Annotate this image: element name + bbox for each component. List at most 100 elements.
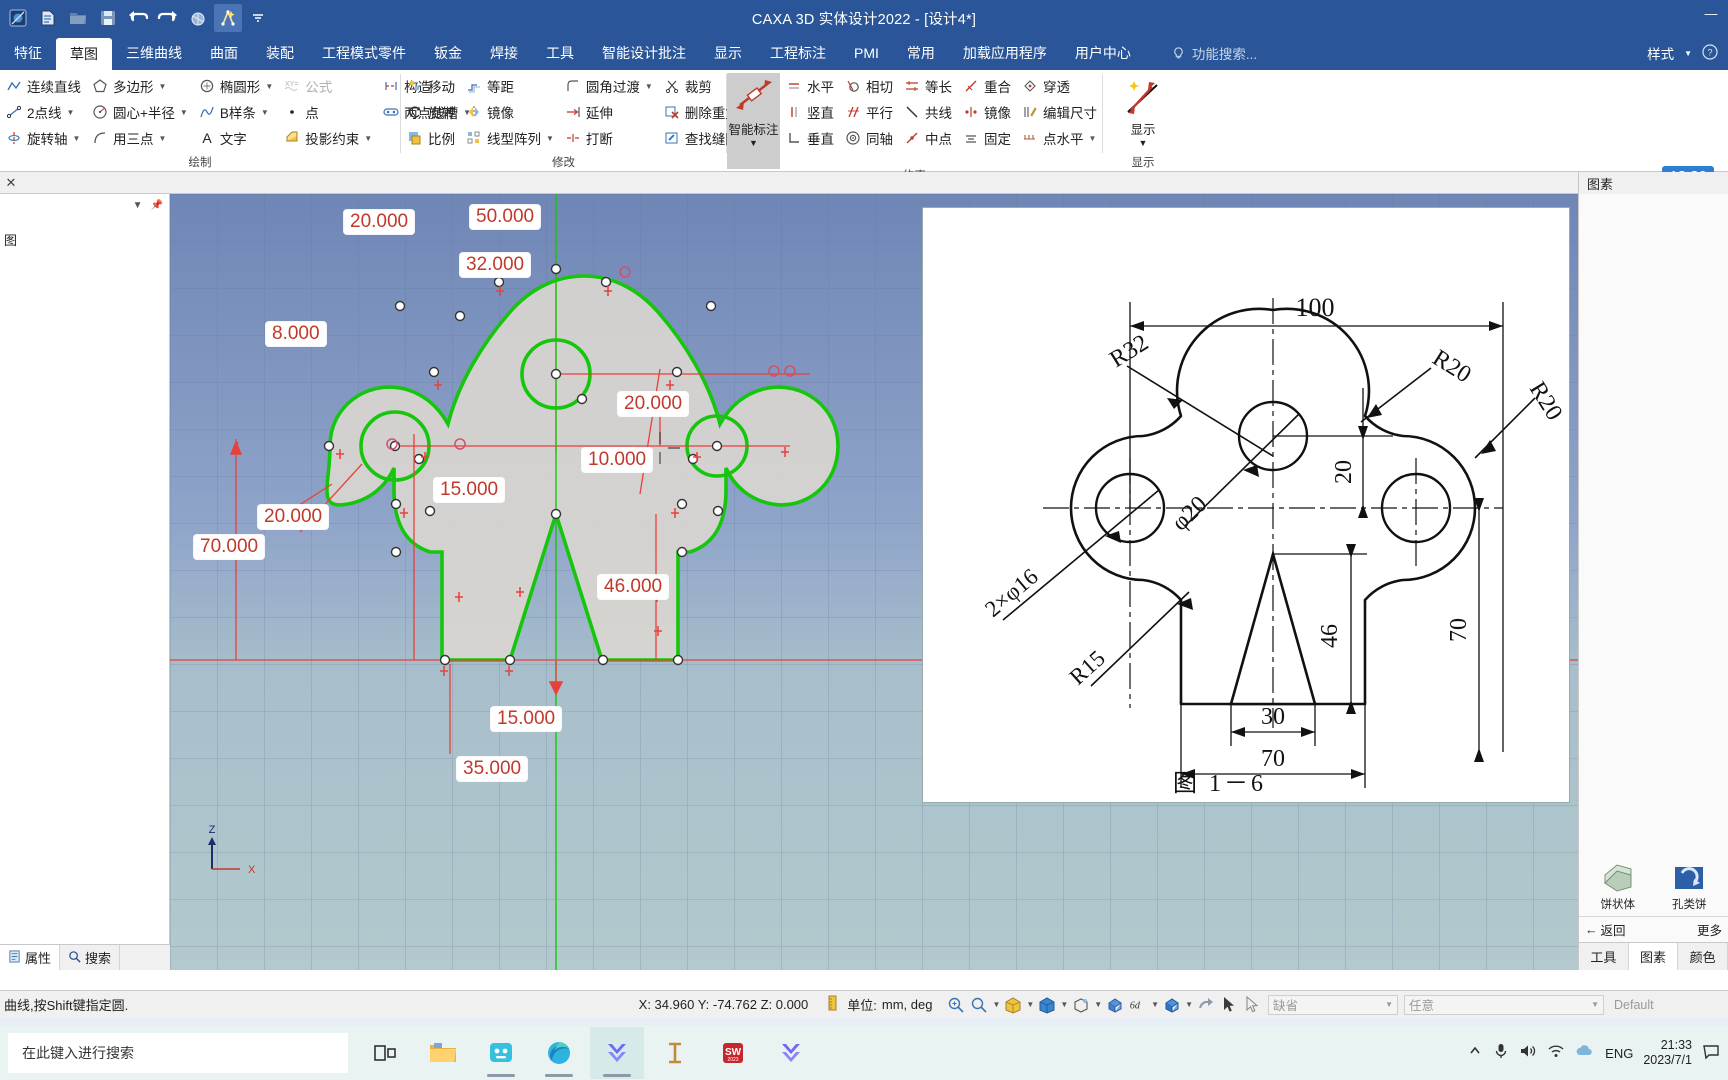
tab-engineering-dimension[interactable]: 工程标注 xyxy=(756,36,840,70)
save-icon[interactable] xyxy=(94,4,122,32)
tab-engineering-part[interactable]: 工程模式零件 xyxy=(308,36,420,70)
chevron-down-icon[interactable]: ▼ xyxy=(159,82,167,91)
ribbon-item-move[interactable]: 移动 xyxy=(401,73,460,99)
ribbon-item-point-horizontal[interactable]: 点水平 ▼ xyxy=(1016,125,1102,151)
tray-language-indicator[interactable]: ENG xyxy=(1605,1046,1633,1061)
tab-surface[interactable]: 曲面 xyxy=(196,36,252,70)
chevron-down-icon[interactable]: ▼ xyxy=(546,134,554,143)
chevron-down-icon[interactable]: ▼ xyxy=(265,82,273,91)
tab-sketch[interactable]: 草图 xyxy=(56,38,112,70)
cad-viewport[interactable]: Z X 20.000 50.000 32.000 8.000 20.000 10… xyxy=(170,194,1578,970)
ribbon-item-pierce-constraint[interactable]: 穿透 xyxy=(1016,73,1102,99)
tab-display[interactable]: 显示 xyxy=(700,36,756,70)
caxa-icon[interactable] xyxy=(590,1027,644,1079)
smart-dimension-button[interactable]: 智能标注 ▼ xyxy=(727,73,780,169)
chevron-down-icon[interactable]: ▼ xyxy=(1026,1000,1034,1009)
dimension-label[interactable]: 15.000 xyxy=(491,707,562,731)
tab-user-center[interactable]: 用户中心 xyxy=(1061,36,1145,70)
ribbon-item-break[interactable]: 打断 xyxy=(559,125,658,151)
ribbon-item-offset[interactable]: 等距 xyxy=(460,73,559,99)
chevron-down-icon[interactable]: ▼ xyxy=(645,82,653,91)
chevron-down-icon[interactable]: ▼ xyxy=(1151,1000,1159,1009)
dimension-label[interactable]: 35.000 xyxy=(457,757,528,781)
file-explorer-icon[interactable] xyxy=(416,1027,470,1079)
ribbon-item-coincident-constraint[interactable]: 重合 xyxy=(957,73,1016,99)
chevron-down-icon[interactable]: ▼ xyxy=(1060,1000,1068,1009)
help-icon[interactable]: ? xyxy=(1702,43,1718,63)
tab-smart-annotation[interactable]: 智能设计批注 xyxy=(588,36,700,70)
ribbon-item-fix-constraint[interactable]: 固定 xyxy=(957,125,1016,151)
ribbon-item-linear-pattern[interactable]: 线型阵列 ▼ xyxy=(460,125,559,151)
tab-tools[interactable]: 工具 xyxy=(532,36,588,70)
view-wireframe-icon[interactable] xyxy=(1071,995,1091,1015)
right-tab-elements[interactable]: 图素 xyxy=(1628,943,1679,970)
right-tab-colors[interactable]: 颜色 xyxy=(1678,943,1728,970)
chevron-down-icon[interactable]: ▼ xyxy=(364,134,372,143)
chevron-down-icon[interactable]: ▼ xyxy=(159,134,167,143)
status-combo-default[interactable]: Default xyxy=(1610,995,1724,1015)
reference-drawing-popup[interactable]: 100 R32 R20 R20 φ20 2×φ16 R15 20 46 70 3… xyxy=(922,207,1570,803)
redo-view-icon[interactable] xyxy=(1196,995,1216,1015)
tab-assembly[interactable]: 装配 xyxy=(252,36,308,70)
chevron-down-icon[interactable]: ▼ xyxy=(1139,138,1148,148)
ribbon-item-rotation-axis[interactable]: 旋转轴 ▼ xyxy=(0,125,86,151)
close-document-icon[interactable]: ✕ xyxy=(0,175,22,191)
dimension-label[interactable]: 46.000 xyxy=(598,575,669,599)
right-tab-tools[interactable]: 工具 xyxy=(1579,943,1629,970)
text-tool-icon[interactable] xyxy=(648,1027,702,1079)
chevron-down-icon[interactable]: ▼ xyxy=(67,108,75,117)
undo-icon[interactable] xyxy=(124,4,152,32)
tray-cloud-icon[interactable] xyxy=(1575,1043,1595,1064)
tray-expand-icon[interactable] xyxy=(1467,1043,1483,1064)
ribbon-item-parallel-constraint[interactable]: 平行 xyxy=(839,99,898,125)
view-iso-icon[interactable] xyxy=(1105,995,1125,1015)
dimension-label[interactable]: 70.000 xyxy=(194,535,265,559)
dimension-label[interactable]: 15.000 xyxy=(434,478,505,502)
chevron-down-icon[interactable]: ▼ xyxy=(1094,1000,1102,1009)
tab-sheet-metal[interactable]: 钣金 xyxy=(420,36,476,70)
ribbon-item-perpendicular-constraint[interactable]: 垂直 xyxy=(780,125,839,151)
ribbon-item-horizontal-constraint[interactable]: 水平 xyxy=(780,73,839,99)
display-button[interactable]: 显示 ▼ xyxy=(1109,73,1177,148)
edge-browser-icon[interactable] xyxy=(532,1027,586,1079)
tray-notification-icon[interactable] xyxy=(1702,1042,1720,1065)
ribbon-item-projection-constraint[interactable]: 投影约束 ▼ xyxy=(278,125,377,151)
solidworks-icon[interactable]: SW 2023 xyxy=(706,1027,760,1079)
gallery-more-button[interactable]: 更多 xyxy=(1697,920,1728,939)
dimension-label[interactable]: 20.000 xyxy=(258,505,329,529)
ribbon-item-point[interactable]: 点 xyxy=(278,99,377,125)
ribbon-item-polygon[interactable]: 多边形 ▼ xyxy=(86,73,193,99)
caxa-second-icon[interactable] xyxy=(764,1027,818,1079)
gallery-item-pie-solid[interactable]: 饼状体 xyxy=(1583,860,1653,912)
ribbon-item-three-point-arc[interactable]: 用三点 ▼ xyxy=(86,125,193,151)
tab-welding[interactable]: 焊接 xyxy=(476,36,532,70)
zoom-in-icon[interactable] xyxy=(946,995,966,1015)
panel-pin-icon[interactable]: 📌 xyxy=(151,200,163,211)
open-folder-icon[interactable] xyxy=(64,4,92,32)
ribbon-item-tangent-constraint[interactable]: 相切 xyxy=(839,73,898,99)
ribbon-item-concentric-constraint[interactable]: 同轴 xyxy=(839,125,898,151)
ribbon-item-rotate[interactable]: 旋转 xyxy=(401,99,460,125)
chevron-down-icon[interactable]: ▼ xyxy=(992,1000,1000,1009)
ribbon-item-equal-length-constraint[interactable]: 等长 xyxy=(898,73,957,99)
sketch-icon[interactable] xyxy=(214,4,242,32)
dimension-label[interactable]: 8.000 xyxy=(266,322,326,346)
render-icon[interactable] xyxy=(184,4,212,32)
dimension-label[interactable]: 50.000 xyxy=(470,205,541,229)
chevron-down-icon[interactable]: ▼ xyxy=(1185,1000,1193,1009)
ribbon-item-two-point-line[interactable]: 2点线 ▼ xyxy=(0,99,86,125)
ribbon-item-polyline[interactable]: 连续直线 xyxy=(0,73,86,99)
function-search[interactable]: 功能搜索... xyxy=(1171,36,1257,70)
style-caret-icon[interactable]: ▼ xyxy=(1684,49,1692,58)
zoom-window-icon[interactable] xyxy=(969,995,989,1015)
ribbon-item-circle-center-radius[interactable]: 圆心+半径 ▼ xyxy=(86,99,193,125)
pointer-alt-icon[interactable] xyxy=(1242,995,1262,1015)
ribbon-item-extend[interactable]: 延伸 xyxy=(559,99,658,125)
ribbon-item-scale[interactable]: 比例 xyxy=(401,125,460,151)
store-icon[interactable] xyxy=(474,1027,528,1079)
gallery-item-hole-pie[interactable]: 孔类饼 xyxy=(1655,860,1725,912)
panel-chevron-down-icon[interactable]: ▼ xyxy=(133,200,143,211)
customize-qat-icon[interactable] xyxy=(244,4,272,32)
view-render-icon[interactable] xyxy=(1162,995,1182,1015)
tray-volume-icon[interactable] xyxy=(1519,1043,1537,1064)
